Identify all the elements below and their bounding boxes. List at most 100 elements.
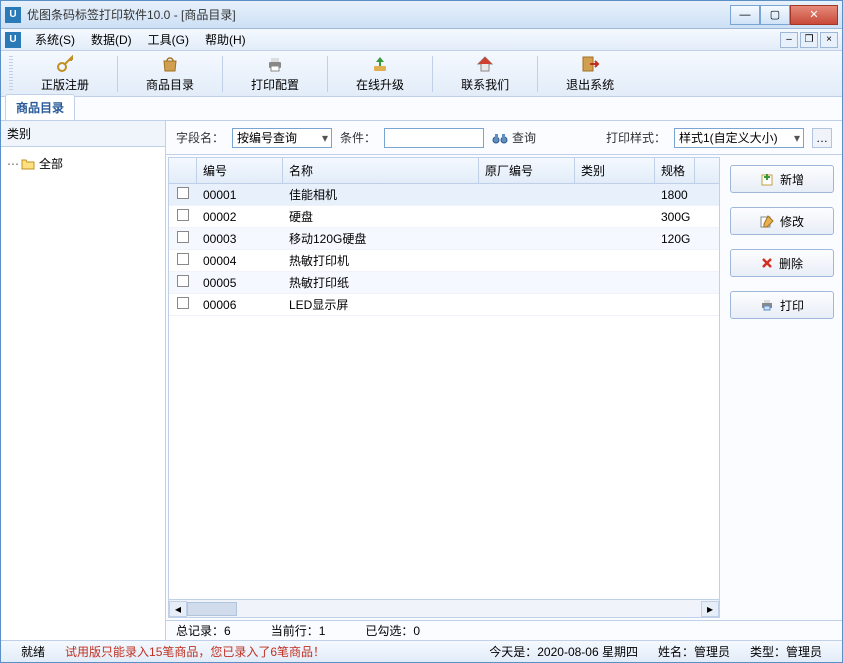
cell-name: 硬盘 bbox=[283, 208, 479, 225]
column-spec[interactable]: 规格 bbox=[655, 158, 695, 183]
maximize-button[interactable]: ▢ bbox=[760, 5, 790, 25]
upgrade-button[interactable]: 在线升级 bbox=[346, 52, 414, 95]
style-combo-value: 样式1(自定义大小) bbox=[679, 129, 778, 146]
row-checkbox[interactable] bbox=[177, 297, 189, 309]
mdi-restore-button[interactable]: ❐ bbox=[800, 32, 818, 48]
tree-expander-icon[interactable]: ⋯ bbox=[7, 157, 17, 171]
style-label: 打印样式： bbox=[606, 129, 666, 146]
folder-icon bbox=[21, 158, 35, 170]
window-title: 优图条码标签打印软件10.0 - [商品目录] bbox=[27, 6, 730, 23]
cell-id: 00001 bbox=[197, 188, 283, 202]
close-button[interactable]: ✕ bbox=[790, 5, 838, 25]
print-button[interactable]: 打印 bbox=[730, 291, 834, 319]
row-checkbox[interactable] bbox=[177, 231, 189, 243]
sidebar-header: 类别 bbox=[1, 121, 165, 147]
toolbar-grip bbox=[9, 56, 13, 92]
exit-icon bbox=[580, 54, 600, 74]
app-icon: U bbox=[5, 7, 21, 23]
cond-label: 条件： bbox=[340, 129, 376, 146]
delete-label: 删除 bbox=[779, 255, 803, 272]
menubar: U 系统(S) 数据(D) 工具(G) 帮助(H) – ❐ × bbox=[1, 29, 842, 51]
titlebar: U 优图条码标签打印软件10.0 - [商品目录] — ▢ ✕ bbox=[1, 1, 842, 29]
menu-data[interactable]: 数据(D) bbox=[83, 29, 140, 50]
menu-tools[interactable]: 工具(G) bbox=[140, 29, 197, 50]
query-label: 查询 bbox=[512, 129, 536, 146]
catalog-button[interactable]: 商品目录 bbox=[136, 52, 204, 95]
scroll-track[interactable] bbox=[187, 601, 701, 617]
cell-id: 00004 bbox=[197, 254, 283, 268]
cell-name: 移动120G硬盘 bbox=[283, 230, 479, 247]
style-more-button[interactable]: … bbox=[812, 128, 832, 148]
key-icon bbox=[55, 54, 75, 74]
column-cat[interactable]: 类别 bbox=[575, 158, 655, 183]
filter-bar: 字段名： 按编号查询 条件： 查询 打印样式： 样式1(自定义大小) … bbox=[166, 121, 842, 155]
mdi-controls: – ❐ × bbox=[780, 32, 838, 48]
scroll-thumb[interactable] bbox=[187, 602, 237, 616]
cond-input[interactable] bbox=[384, 128, 484, 148]
print-icon bbox=[760, 298, 774, 312]
table-row[interactable]: 00006 LED显示屏 bbox=[169, 294, 719, 316]
row-checkbox[interactable] bbox=[177, 275, 189, 287]
menu-help[interactable]: 帮助(H) bbox=[197, 29, 254, 50]
status-ready: 就绪 bbox=[11, 643, 55, 660]
toolbar-separator bbox=[432, 56, 433, 92]
catalog-label: 商品目录 bbox=[146, 76, 194, 93]
edit-button[interactable]: 修改 bbox=[730, 207, 834, 235]
app-window: U 优图条码标签打印软件10.0 - [商品目录] — ▢ ✕ U 系统(S) … bbox=[0, 0, 843, 663]
exit-button[interactable]: 退出系统 bbox=[556, 52, 624, 95]
toolbar: 正版注册 商品目录 打印配置 在线升级 联系我们 退出系统 bbox=[1, 51, 842, 97]
edit-label: 修改 bbox=[780, 213, 804, 230]
delete-button[interactable]: 删除 bbox=[730, 249, 834, 277]
status-role: 类型：管理员 bbox=[740, 643, 832, 660]
column-id[interactable]: 编号 bbox=[197, 158, 283, 183]
status-total: 总记录：6 bbox=[176, 622, 231, 639]
table-row[interactable]: 00002 硬盘 300G bbox=[169, 206, 719, 228]
toolbar-separator bbox=[117, 56, 118, 92]
row-checkbox[interactable] bbox=[177, 253, 189, 265]
minimize-button[interactable]: — bbox=[730, 5, 760, 25]
cell-spec: 120G bbox=[655, 232, 695, 246]
tabbar: 商品目录 bbox=[1, 97, 842, 121]
add-button[interactable]: 新增 bbox=[730, 165, 834, 193]
tree-node-all[interactable]: ⋯ 全部 bbox=[7, 153, 159, 174]
contact-button[interactable]: 联系我们 bbox=[451, 52, 519, 95]
add-icon bbox=[760, 172, 774, 186]
exit-label: 退出系统 bbox=[566, 76, 614, 93]
mdi-close-button[interactable]: × bbox=[820, 32, 838, 48]
printcfg-button[interactable]: 打印配置 bbox=[241, 52, 309, 95]
printer-icon bbox=[265, 54, 285, 74]
table-row[interactable]: 00005 热敏打印纸 bbox=[169, 272, 719, 294]
cell-id: 00003 bbox=[197, 232, 283, 246]
binoculars-icon bbox=[492, 131, 508, 145]
tab-catalog[interactable]: 商品目录 bbox=[5, 94, 75, 120]
upgrade-icon bbox=[370, 54, 390, 74]
row-checkbox[interactable] bbox=[177, 209, 189, 221]
horizontal-scrollbar[interactable]: ◂ ▸ bbox=[169, 599, 719, 617]
query-button[interactable]: 查询 bbox=[492, 129, 536, 146]
category-tree: ⋯ 全部 bbox=[1, 147, 165, 640]
cell-name: 热敏打印纸 bbox=[283, 274, 479, 291]
status-current: 当前行：1 bbox=[271, 622, 326, 639]
scroll-right-button[interactable]: ▸ bbox=[701, 601, 719, 617]
cell-id: 00006 bbox=[197, 298, 283, 312]
scroll-left-button[interactable]: ◂ bbox=[169, 601, 187, 617]
contact-label: 联系我们 bbox=[461, 76, 509, 93]
table-row[interactable]: 00001 佳能相机 1800 bbox=[169, 184, 719, 206]
grid-area: 编号 名称 原厂编号 类别 规格 00001 佳能相机 18 bbox=[166, 155, 842, 620]
register-button[interactable]: 正版注册 bbox=[31, 52, 99, 95]
home-icon bbox=[475, 54, 495, 74]
table-row[interactable]: 00004 热敏打印机 bbox=[169, 250, 719, 272]
field-combo[interactable]: 按编号查询 bbox=[232, 128, 332, 148]
table-row[interactable]: 00003 移动120G硬盘 120G bbox=[169, 228, 719, 250]
column-name[interactable]: 名称 bbox=[283, 158, 479, 183]
status-checked: 已勾选：0 bbox=[365, 622, 420, 639]
row-checkbox[interactable] bbox=[177, 187, 189, 199]
style-combo[interactable]: 样式1(自定义大小) bbox=[674, 128, 804, 148]
toolbar-separator bbox=[537, 56, 538, 92]
column-checkbox[interactable] bbox=[169, 158, 197, 183]
menu-system[interactable]: 系统(S) bbox=[27, 29, 83, 50]
column-oem[interactable]: 原厂编号 bbox=[479, 158, 575, 183]
print-label: 打印 bbox=[780, 297, 804, 314]
cell-id: 00002 bbox=[197, 210, 283, 224]
mdi-minimize-button[interactable]: – bbox=[780, 32, 798, 48]
